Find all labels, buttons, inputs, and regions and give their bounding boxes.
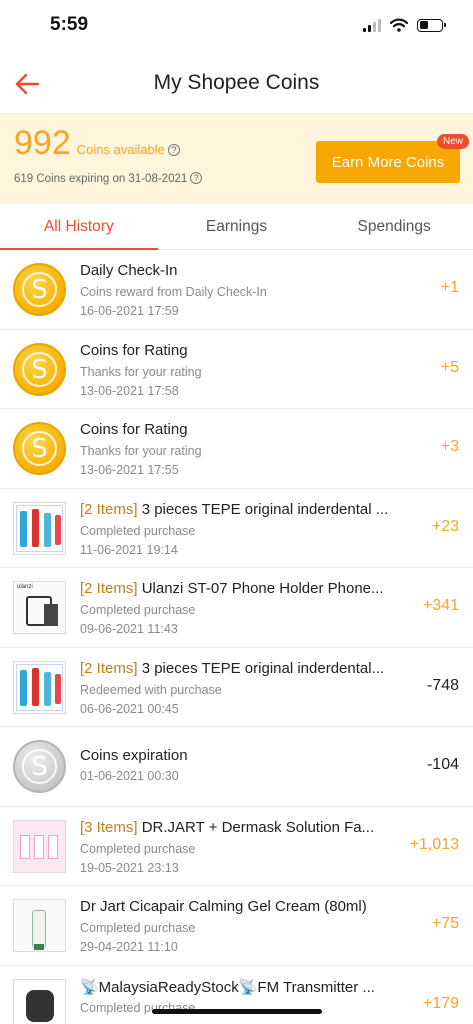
header: My Shopee Coins [0, 56, 473, 114]
row-date: 06-06-2021 00:45 [80, 701, 179, 716]
dermask-product-icon [13, 819, 66, 873]
silver-coin-icon: S [13, 740, 66, 793]
row-subtitle: Completed purchase [80, 603, 196, 617]
page-title: My Shopee Coins [153, 71, 320, 94]
history-row[interactable]: [3 Items] DR.JART + Dermask Solution Fa.… [0, 807, 473, 886]
history-row[interactable]: [2 Items] 3 pieces TEPE original inderde… [0, 489, 473, 568]
help-icon[interactable]: ? [190, 172, 203, 184]
row-subtitle: Completed purchase [80, 921, 196, 935]
row-subtitle: Completed purchase [80, 523, 196, 538]
fm-transmitter-product-icon [13, 978, 66, 1024]
row-subtitle: Thanks for your rating [80, 364, 202, 379]
interdental-brush-product-icon [13, 501, 66, 555]
tab-earnings[interactable]: Earnings [158, 204, 316, 249]
row-date: 19-05-2021 23:13 [80, 860, 179, 875]
row-subtitle: Completed purchase [80, 841, 196, 856]
coins-available-text: Coins available [76, 142, 165, 157]
battery-icon [417, 18, 446, 32]
row-title: [2 Items] 3 pieces TEPE original inderde… [80, 660, 410, 677]
history-row[interactable]: 📡MalaysiaReadyStock📡FM Transmitter ... C… [0, 966, 473, 1024]
row-title: Coins for Rating [80, 341, 188, 359]
row-date: 13-06-2021 17:55 [80, 463, 179, 477]
row-title: 📡MalaysiaReadyStock📡FM Transmitter ... [80, 978, 375, 996]
row-title-text: Ulanzi ST-07 Phone Holder Phone... [137, 580, 384, 597]
row-date: 01-06-2021 00:30 [80, 769, 179, 783]
row-title-text: 3 pieces TEPE original inderdental ... [137, 500, 389, 518]
history-tabs: All History Earnings Spendings [0, 204, 473, 250]
history-list: S Daily Check-In Coins reward from Daily… [0, 250, 473, 1024]
history-row[interactable]: S Coins for Rating Thanks for your ratin… [0, 409, 473, 489]
row-title: Dr Jart Cicapair Calming Gel Cream (80ml… [80, 898, 367, 915]
history-row[interactable]: S Coins expiration 01-06-2021 00:30 -104 [0, 727, 473, 807]
row-subtitle: Redeemed with purchase [80, 682, 222, 697]
row-items-tag: [3 Items] [80, 818, 138, 836]
coins-banner: 992 Coins available? 619 Coins expiring … [0, 114, 473, 204]
cream-product-icon [13, 899, 66, 952]
coins-summary: 992 Coins available? [14, 124, 180, 163]
tab-spendings[interactable]: Spendings [315, 204, 473, 249]
phone-holder-product-icon: ulanzi [13, 581, 66, 634]
row-title: [2 Items] Ulanzi ST-07 Phone Holder Phon… [80, 580, 410, 597]
tab-all-history[interactable]: All History [0, 204, 158, 250]
row-title: [2 Items] 3 pieces TEPE original inderde… [80, 501, 410, 518]
help-icon[interactable]: ? [167, 144, 180, 156]
row-amount: +1,013 [409, 835, 459, 853]
history-row[interactable]: S Coins for Rating Thanks for your ratin… [0, 330, 473, 409]
row-amount: +341 [422, 597, 459, 614]
interdental-brush-product-icon [13, 660, 66, 714]
row-title-text: DR.JART + Dermask Solution Fa... [137, 818, 375, 836]
row-amount: -748 [426, 676, 459, 694]
row-title: [3 Items] DR.JART + Dermask Solution Fa.… [80, 819, 410, 836]
row-amount: +1 [440, 279, 459, 296]
row-items-tag: [2 Items] [80, 500, 138, 518]
row-items-tag: [2 Items] [80, 580, 138, 597]
coins-expiring: 619 Coins expiring on 31-08-2021? [14, 172, 203, 185]
row-amount: -104 [426, 756, 459, 773]
row-items-tag: [2 Items] [80, 659, 138, 677]
row-date: 29-04-2021 11:10 [80, 940, 178, 954]
row-subtitle: Thanks for your rating [80, 444, 202, 458]
gold-coin-icon: S [13, 422, 66, 475]
row-date: 13-06-2021 17:58 [80, 383, 179, 398]
status-icons [363, 18, 446, 32]
status-time: 5:59 [50, 14, 89, 35]
earn-more-coins-button[interactable]: Earn More Coins [316, 141, 460, 183]
row-title: Coins for Rating [80, 421, 188, 438]
wifi-icon [390, 18, 408, 32]
row-title: Coins expiration [80, 747, 188, 764]
gold-coin-icon: S [13, 342, 66, 396]
row-date: 11-06-2021 19:14 [80, 542, 178, 557]
history-row[interactable]: [2 Items] 3 pieces TEPE original inderde… [0, 648, 473, 727]
new-badge: New [437, 134, 470, 149]
row-amount: +75 [431, 915, 459, 932]
history-row[interactable]: ulanzi [2 Items] Ulanzi ST-07 Phone Hold… [0, 568, 473, 648]
cellular-signal-icon [363, 18, 381, 32]
row-amount: +23 [431, 517, 459, 535]
coins-expiring-text: 619 Coins expiring on 31-08-2021 [14, 173, 188, 185]
row-amount: +5 [440, 358, 459, 376]
status-bar: 5:59 [0, 0, 473, 56]
row-title: Daily Check-In [80, 262, 178, 279]
row-amount: +179 [422, 994, 459, 1012]
history-row[interactable]: Dr Jart Cicapair Calming Gel Cream (80ml… [0, 886, 473, 966]
row-date: 16-06-2021 17:59 [80, 304, 179, 318]
row-title-text: 3 pieces TEPE original inderdental... [137, 659, 385, 677]
row-amount: +3 [440, 438, 459, 455]
home-indicator [152, 1009, 322, 1014]
row-subtitle: Coins reward from Daily Check-In [80, 285, 267, 299]
coins-available-label: Coins available? [77, 142, 180, 157]
row-date: 09-06-2021 11:43 [80, 622, 178, 636]
gold-coin-icon: S [13, 263, 66, 316]
coins-amount: 992 [14, 124, 71, 162]
history-row[interactable]: S Daily Check-In Coins reward from Daily… [0, 250, 473, 330]
